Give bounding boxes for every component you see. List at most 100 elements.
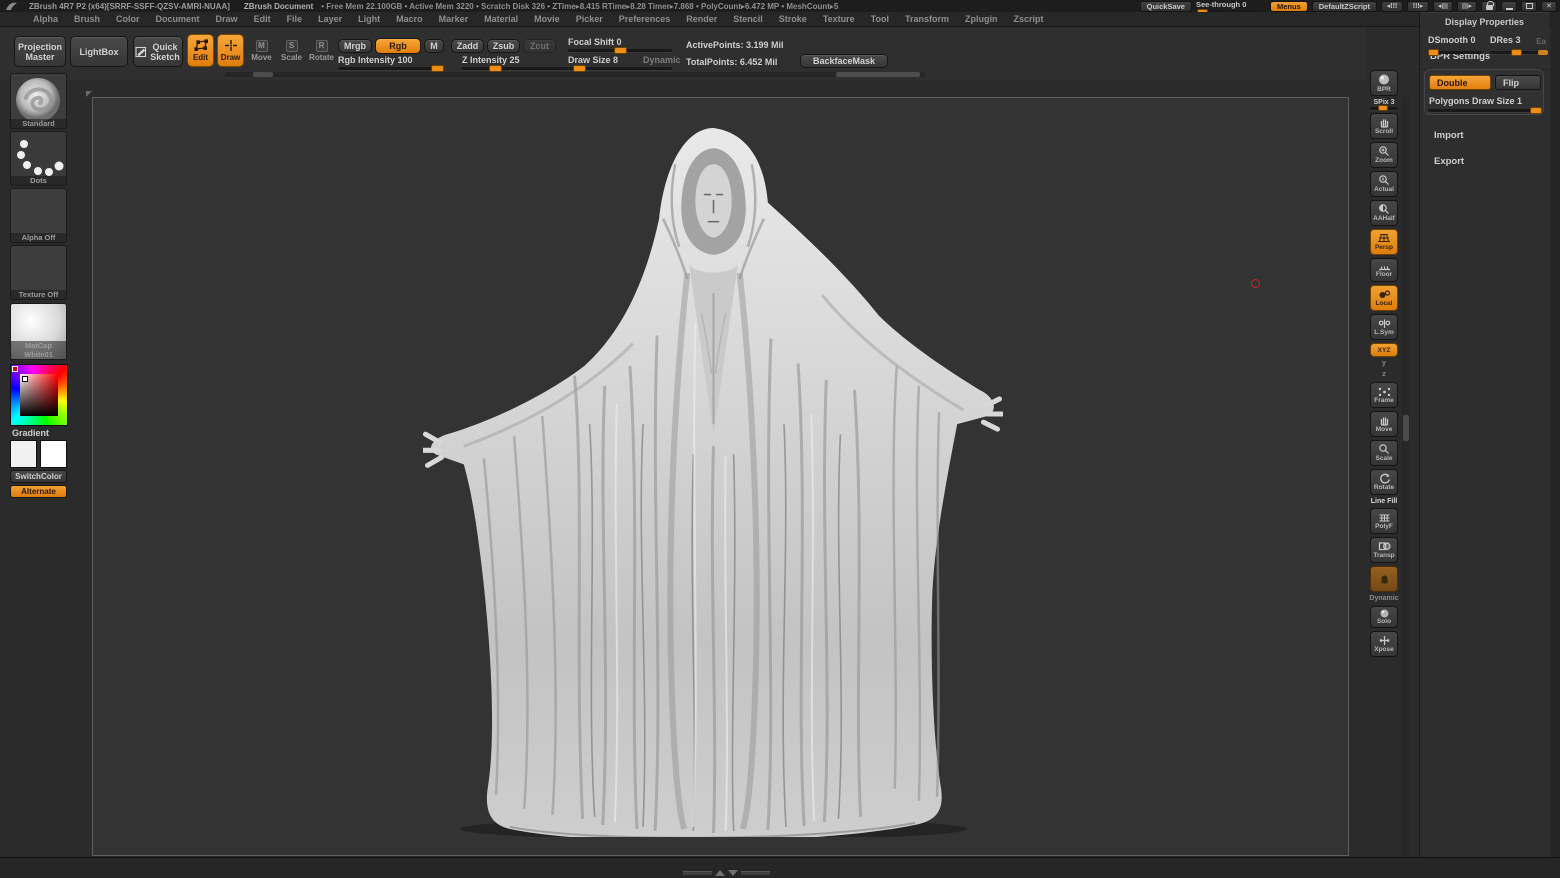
mrgb-button[interactable]: Mrgb — [338, 39, 372, 53]
right-tray-divider[interactable] — [1402, 97, 1410, 856]
focal-shift-handle[interactable] — [614, 47, 627, 54]
zsub-button[interactable]: Zsub — [487, 39, 520, 53]
lock-button[interactable] — [1481, 1, 1497, 12]
sym-xyz-button[interactable]: XYZ — [1370, 343, 1398, 357]
persp-button[interactable]: Persp — [1370, 229, 1398, 255]
menu-item-color[interactable]: Color — [109, 14, 147, 24]
menu-item-zscript[interactable]: Zscript — [1007, 14, 1051, 24]
draw-size-handle[interactable] — [573, 65, 586, 72]
copy-config-button[interactable]: ◂▤ — [1433, 1, 1453, 12]
lsym-button[interactable]: L.Sym — [1370, 314, 1398, 340]
canvas-rotate-button[interactable]: Rotate — [1370, 469, 1398, 495]
aahalf-button[interactable]: AAHalf — [1370, 200, 1398, 226]
shelf-scrollbar[interactable] — [225, 72, 925, 77]
polygons-draw-size-handle[interactable] — [1530, 107, 1542, 114]
rotate-mode-button[interactable]: R Rotate — [308, 34, 335, 67]
switch-color-button[interactable]: SwitchColor — [10, 470, 67, 483]
move-mode-button[interactable]: M Move — [248, 34, 275, 67]
menu-item-tool[interactable]: Tool — [864, 14, 896, 24]
menu-item-stencil[interactable]: Stencil — [726, 14, 770, 24]
actual-size-button[interactable]: Actual — [1370, 171, 1398, 197]
import-section[interactable]: Import — [1420, 122, 1549, 148]
m-button[interactable]: M — [424, 39, 444, 53]
dsmooth-slider[interactable]: DSmooth 0 — [1428, 35, 1482, 54]
collapse-down-icon[interactable] — [728, 870, 738, 876]
alternate-button[interactable]: Alternate — [10, 485, 67, 498]
transp-button[interactable]: Transp — [1370, 537, 1398, 563]
focal-shift-slider[interactable] — [568, 49, 672, 52]
edit-mode-button[interactable]: Edit — [187, 34, 214, 67]
menu-item-material[interactable]: Material — [477, 14, 525, 24]
see-through-slider[interactable]: See-through 0 — [1196, 0, 1266, 13]
spix-slider[interactable]: SPix 3 — [1370, 99, 1398, 110]
color-picker[interactable] — [10, 364, 68, 426]
main-color-swatch[interactable] — [10, 440, 37, 468]
menu-item-marker[interactable]: Marker — [432, 14, 476, 24]
divider-grip[interactable] — [1403, 415, 1409, 441]
backface-mask-button[interactable]: BackfaceMask — [800, 54, 888, 68]
panel-scrollbar[interactable] — [1551, 12, 1560, 878]
draw-mode-button[interactable]: Draw — [217, 34, 244, 67]
solo-button[interactable]: Solo — [1370, 606, 1398, 628]
rgb-button[interactable]: Rgb — [375, 38, 421, 54]
frame-button[interactable]: Frame — [1370, 382, 1398, 408]
menu-item-document[interactable]: Document — [149, 14, 207, 24]
current-brush-thumbnail[interactable]: Standard — [10, 73, 67, 129]
rgb-intensity-handle[interactable] — [431, 65, 444, 72]
display-properties-header[interactable]: Display Properties — [1420, 13, 1549, 33]
menu-item-render[interactable]: Render — [679, 14, 724, 24]
menus-toggle-button[interactable]: Menus — [1270, 1, 1308, 12]
menu-item-preferences[interactable]: Preferences — [612, 14, 678, 24]
document-canvas[interactable] — [92, 97, 1349, 856]
z-intensity-handle[interactable] — [489, 65, 502, 72]
zadd-button[interactable]: Zadd — [451, 39, 484, 53]
restore-button[interactable] — [1521, 1, 1537, 12]
projection-master-button[interactable]: Projection Master — [14, 36, 66, 67]
texture-thumbnail[interactable]: Texture Off — [10, 245, 67, 300]
canvas-scale-button[interactable]: Scale — [1370, 440, 1398, 466]
polygons-draw-size-slider[interactable] — [1428, 109, 1542, 112]
menu-item-brush[interactable]: Brush — [67, 14, 107, 24]
scroll-button[interactable]: Scroll — [1370, 113, 1398, 139]
quicksave-button[interactable]: QuickSave — [1140, 1, 1192, 12]
z-intensity-slider[interactable] — [462, 67, 568, 70]
menu-item-movie[interactable]: Movie — [527, 14, 567, 24]
shelf-scroll-handle[interactable] — [836, 72, 920, 77]
ui-nav-prev-button[interactable]: ◂!!! — [1381, 1, 1403, 12]
menu-item-stroke[interactable]: Stroke — [772, 14, 814, 24]
floor-button[interactable]: Floor — [1370, 258, 1398, 282]
xpose-button[interactable]: Xpose — [1370, 631, 1398, 657]
secondary-color-swatch[interactable] — [40, 440, 67, 468]
shelf-scroll-grip[interactable] — [253, 72, 273, 77]
alpha-thumbnail[interactable]: Alpha Off — [10, 188, 67, 243]
menu-item-texture[interactable]: Texture — [816, 14, 862, 24]
lightbox-button[interactable]: LightBox — [70, 36, 128, 67]
quick-sketch-button[interactable]: Quick Sketch — [133, 36, 183, 67]
menu-item-draw[interactable]: Draw — [209, 14, 245, 24]
dsmooth-handle[interactable] — [1428, 49, 1439, 56]
zoom-button[interactable]: Zoom — [1370, 142, 1398, 168]
menu-item-layer[interactable]: Layer — [311, 14, 349, 24]
menu-item-zplugin[interactable]: Zplugin — [958, 14, 1005, 24]
flip-button[interactable]: Flip — [1495, 75, 1541, 90]
material-thumbnail[interactable]: MatCap White01 — [10, 303, 67, 360]
scale-mode-button[interactable]: S Scale — [278, 34, 305, 67]
bpr-render-button[interactable]: BPR — [1370, 70, 1398, 96]
rgb-intensity-slider[interactable] — [338, 67, 444, 70]
dres-slider[interactable]: DRes 3 — [1490, 35, 1540, 54]
double-button[interactable]: Double — [1429, 75, 1491, 90]
menu-item-macro[interactable]: Macro — [389, 14, 430, 24]
export-section[interactable]: Export — [1420, 148, 1549, 174]
sym-z-toggle[interactable]: z — [1382, 371, 1386, 379]
ui-nav-next-button[interactable]: !!!▸ — [1407, 1, 1429, 12]
hue-selector[interactable] — [12, 366, 18, 372]
polyframe-button[interactable]: PolyF — [1370, 508, 1398, 534]
draw-size-slider[interactable] — [568, 67, 672, 70]
menu-item-alpha[interactable]: Alpha — [26, 14, 65, 24]
paste-config-button[interactable]: ▤▸ — [1457, 1, 1477, 12]
close-button[interactable]: ✕ — [1541, 1, 1557, 12]
stroke-thumbnail[interactable]: Dots — [10, 131, 67, 186]
menu-item-file[interactable]: File — [280, 14, 310, 24]
sym-y-toggle[interactable]: y — [1382, 360, 1386, 368]
zcut-button[interactable]: Zcut — [523, 39, 556, 53]
